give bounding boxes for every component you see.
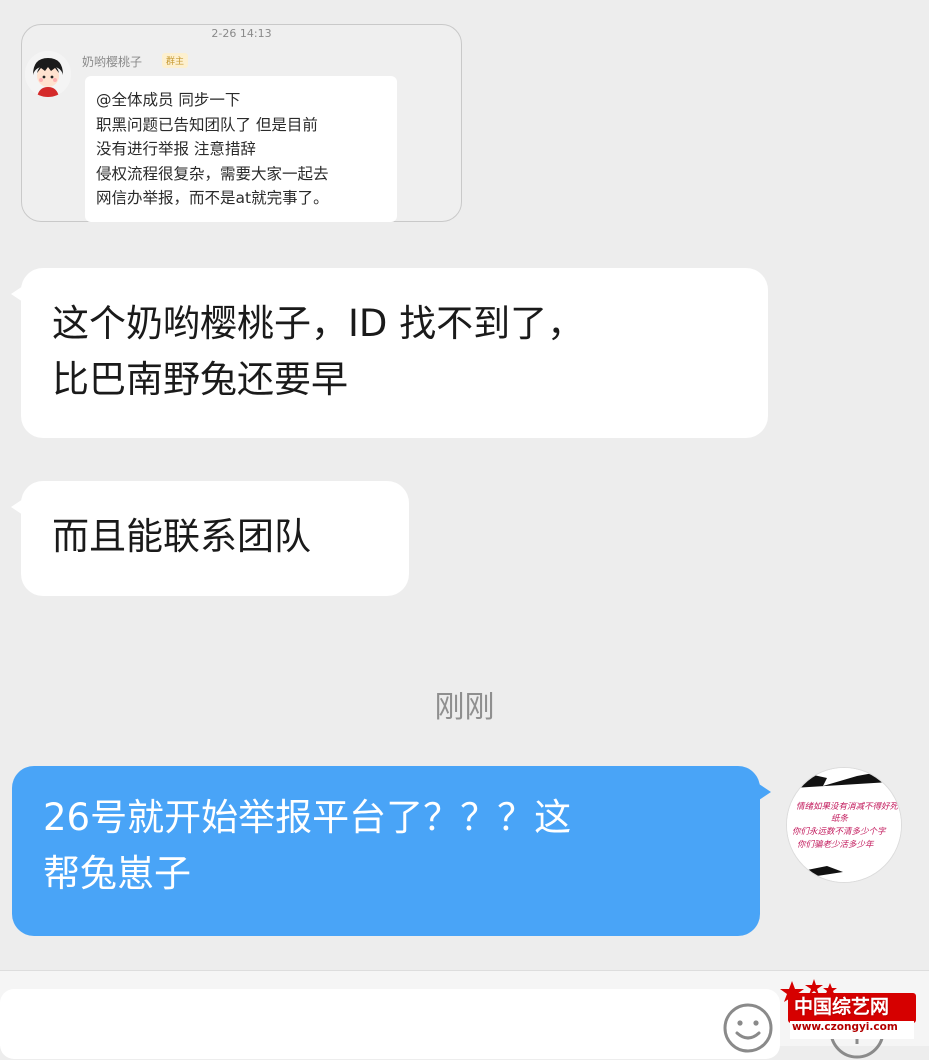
svg-text:你们永远数不清多少个字: 你们永远数不清多少个字 [792, 826, 887, 837]
svg-text:你们骗老少活多少年: 你们骗老少活多少年 [797, 839, 875, 850]
group-owner-badge: 群主 [162, 53, 189, 68]
message-text-line: 比巴南野兔还要早 [52, 358, 348, 401]
quoted-message-bubble: @全体成员 同步一下 职黑问题已告知团队了 但是目前 没有进行举报 注意措辞 侵… [85, 76, 397, 222]
incoming-message-bubble[interactable]: 而且能联系团队 [11, 481, 409, 596]
quoted-message-time: 2-26 14:13 [211, 27, 272, 40]
bubble-tail [759, 784, 771, 800]
bubble-tail [11, 286, 23, 302]
message-text-line: 这个奶哟樱桃子，ID 找不到了， [52, 302, 585, 345]
message-text-line: 帮兔崽子 [43, 852, 191, 895]
quoted-message-card[interactable]: 2-26 14:13 奶哟樱桃子 群主 @全体成员 同步一下 职黑问题已告知团队… [21, 24, 462, 222]
quoted-line: 网信办举报，而不是at就完事了。 [96, 189, 329, 207]
handwritten-note-avatar-icon: 情绪如果没有消减不得好死 纸条 你们永远数不清多少个字 你们骗老少活多少年 [787, 768, 901, 882]
quoted-sender-avatar[interactable] [25, 51, 71, 97]
svg-text:纸条: 纸条 [831, 813, 850, 824]
bubble-tail [11, 499, 23, 515]
outgoing-message-bubble[interactable]: 26号就开始举报平台了？？？这 帮兔崽子 [12, 766, 771, 936]
quoted-line: 侵权流程很复杂，需要大家一起去 [96, 164, 329, 183]
incoming-message-bubble[interactable]: 这个奶哟樱桃子，ID 找不到了， 比巴南野兔还要早 [11, 268, 768, 438]
watermark-url: www.czongyi.com [792, 1021, 898, 1033]
watermark-text: 中国综艺网 [794, 996, 890, 1018]
message-text-line: 而且能联系团队 [52, 515, 311, 558]
message-input[interactable] [0, 989, 780, 1059]
message-text-line: 26号就开始举报平台了？？？这 [43, 796, 572, 839]
time-divider: 刚刚 [434, 690, 495, 725]
smiley-icon[interactable] [722, 1002, 774, 1054]
quoted-line: 职黑问题已告知团队了 但是目前 [96, 115, 318, 134]
self-avatar[interactable]: 情绪如果没有消减不得好死 纸条 你们永远数不清多少个字 你们骗老少活多少年 [787, 768, 901, 882]
quoted-line: 没有进行举报 注意措辞 [96, 140, 256, 158]
svg-text:情绪如果没有消减不得好死: 情绪如果没有消减不得好死 [796, 801, 900, 812]
quoted-sender-name: 奶哟樱桃子 [82, 55, 143, 69]
cartoon-girl-avatar-icon [25, 51, 71, 97]
quoted-line: @全体成员 同步一下 [96, 91, 241, 109]
